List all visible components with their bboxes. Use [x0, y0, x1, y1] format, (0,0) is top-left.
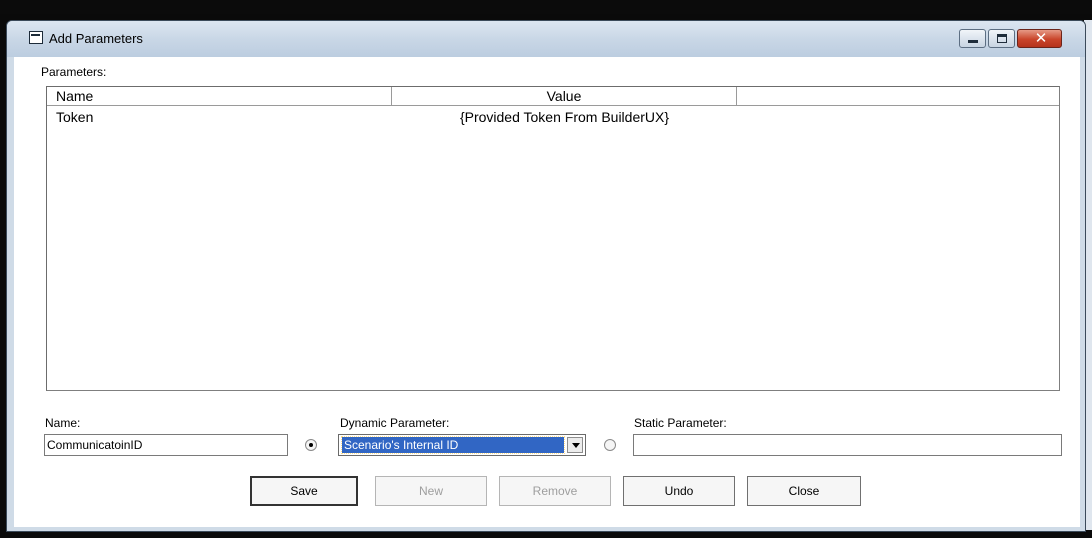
remove-button[interactable]: Remove — [499, 476, 611, 506]
static-parameter-field[interactable] — [633, 434, 1062, 456]
new-button[interactable]: New — [375, 476, 487, 506]
maximize-button[interactable] — [988, 29, 1015, 48]
row-value-cell: {Provided Token From BuilderUX} — [459, 109, 670, 125]
row-name-cell: Token — [56, 109, 94, 125]
list-header: Name Value — [47, 87, 1059, 106]
static-parameter-label: Static Parameter: — [634, 416, 727, 430]
window-title: Add Parameters — [49, 31, 143, 46]
parameters-label: Parameters: — [41, 65, 107, 79]
column-header-empty[interactable] — [737, 87, 1059, 106]
parameters-list[interactable]: Name Value Token {Provided Token From Bu… — [46, 86, 1060, 391]
save-button[interactable]: Save — [250, 476, 358, 506]
close-button[interactable]: Close — [747, 476, 861, 506]
column-header-value[interactable]: Value — [392, 87, 737, 106]
name-field[interactable]: CommunicatoinID — [44, 434, 288, 456]
dynamic-parameter-label: Dynamic Parameter: — [340, 416, 450, 430]
maximize-icon — [997, 34, 1007, 43]
dynamic-parameter-radio[interactable] — [305, 439, 317, 451]
close-window-button[interactable]: ✕ — [1017, 29, 1062, 48]
close-icon: ✕ — [1034, 29, 1048, 47]
dynamic-parameter-select[interactable]: Scenario's Internal ID — [338, 434, 586, 456]
minimize-icon — [968, 40, 978, 43]
title-bar[interactable]: Add Parameters ✕ — [7, 21, 1085, 57]
static-parameter-radio[interactable] — [604, 439, 616, 451]
name-label: Name: — [45, 416, 81, 430]
background-window-edge — [0, 0, 1092, 14]
column-header-name[interactable]: Name — [47, 87, 392, 106]
window-icon — [29, 31, 43, 44]
minimize-button[interactable] — [959, 29, 986, 48]
table-row[interactable]: Token {Provided Token From BuilderUX} — [47, 108, 1065, 126]
dynamic-parameter-value: Scenario's Internal ID — [341, 436, 565, 454]
chevron-down-icon[interactable] — [567, 437, 583, 453]
undo-button[interactable]: Undo — [623, 476, 735, 506]
